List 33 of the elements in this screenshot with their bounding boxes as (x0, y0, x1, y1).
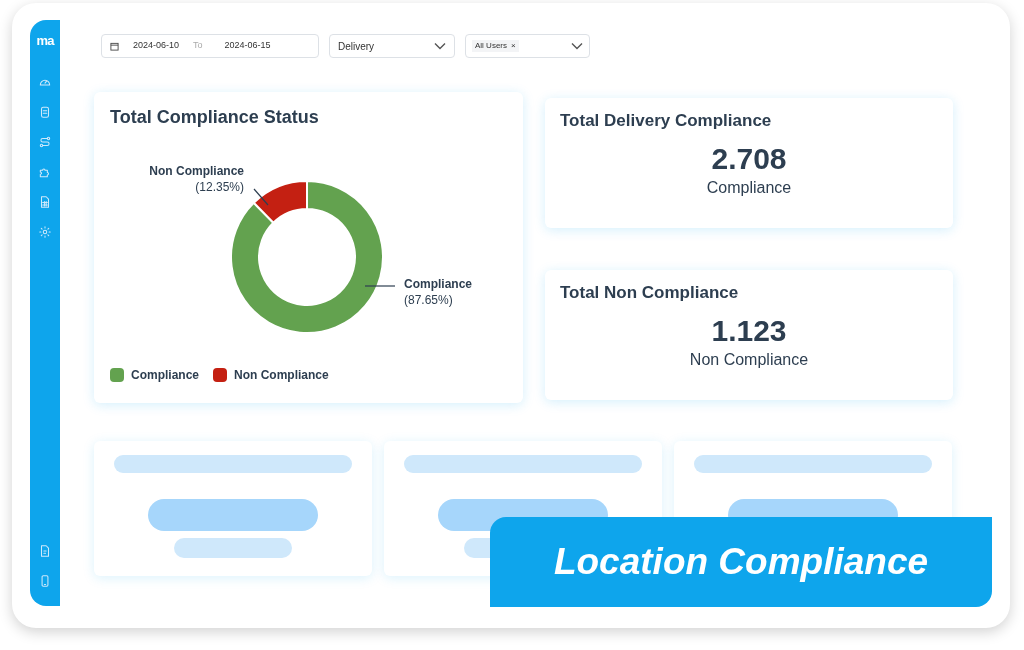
legend-label: Compliance (131, 367, 199, 384)
slice-value: (87.65%) (404, 292, 454, 308)
spreadsheet-icon[interactable] (38, 195, 52, 209)
date-range-field[interactable]: 2024-06-10 To 2024-06-15 (101, 34, 319, 58)
chevron-down-icon (571, 42, 583, 50)
leader-line (253, 188, 269, 206)
chevron-down-icon (434, 42, 446, 50)
date-to: 2024-06-15 (224, 39, 271, 53)
users-tag: All Users × (472, 40, 519, 52)
date-from: 2024-06-10 (133, 39, 180, 53)
stat-caption: Compliance (705, 177, 793, 198)
type-select[interactable]: Delivery (329, 34, 455, 58)
card-title: Total Delivery Compliance (560, 110, 773, 132)
stat-value: 1.123 (710, 313, 788, 348)
users-select[interactable]: All Users × (465, 34, 590, 58)
tag-remove[interactable]: × (511, 40, 516, 52)
stat-caption: Non Compliance (688, 349, 810, 370)
date-separator: To (193, 39, 203, 53)
slice-value: (12.35%) (195, 179, 244, 195)
card-title: Total Compliance Status (110, 106, 320, 129)
settings-icon[interactable] (38, 225, 52, 239)
leader-line (364, 285, 396, 287)
document-icon[interactable] (38, 544, 52, 558)
slice-label: Compliance (404, 276, 472, 292)
slice-label: Non Compliance (149, 163, 244, 179)
card-title: Total Non Compliance (560, 282, 740, 304)
stat-value: 2.708 (710, 141, 788, 176)
clipboard-icon[interactable] (38, 105, 52, 119)
calendar-icon (110, 41, 119, 51)
phone-icon[interactable] (38, 574, 52, 588)
route-icon[interactable] (38, 135, 52, 149)
title-banner: Location Compliance (490, 517, 992, 607)
legend-label: Non Compliance (234, 367, 329, 384)
